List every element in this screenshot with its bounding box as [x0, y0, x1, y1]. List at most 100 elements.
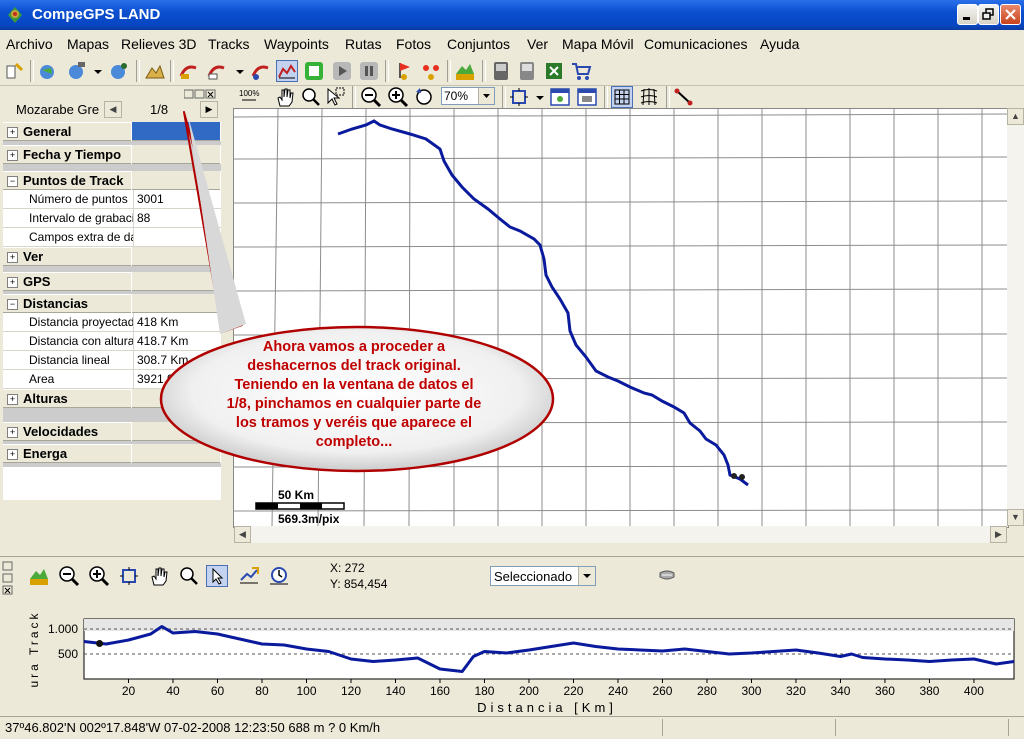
x-tick-label: 60	[211, 684, 225, 698]
profile-edit-icon[interactable]	[238, 565, 260, 587]
minimize-button[interactable]	[957, 4, 978, 25]
y-tick-label: 500	[58, 647, 78, 661]
track-edit-icon[interactable]	[250, 60, 272, 82]
gps-send-icon[interactable]	[516, 60, 538, 82]
menu-bar: Archivo Mapas Relieves 3D Tracks Waypoin…	[0, 31, 1024, 57]
section-puntos-track[interactable]: − Puntos de Track	[3, 171, 131, 190]
play-icon[interactable]	[331, 60, 353, 82]
map-horizontal-scrollbar[interactable]: ◀ ▶	[234, 526, 1007, 543]
gps-receive-icon[interactable]	[490, 60, 512, 82]
pan-hand-icon[interactable]	[148, 565, 170, 587]
section-fecha-tiempo[interactable]: + Fecha y Tiempo	[3, 145, 131, 164]
track-new-icon[interactable]	[206, 60, 228, 82]
utm-grid-icon[interactable]	[638, 86, 660, 108]
section-ver[interactable]: + Ver	[3, 247, 131, 266]
menu-archivo[interactable]: Archivo	[6, 36, 53, 52]
menu-relieves-3d[interactable]: Relieves 3D	[121, 36, 196, 52]
dropdown-arrow-icon[interactable]	[534, 86, 546, 108]
grid-icon	[614, 89, 630, 105]
menu-ver[interactable]: Ver	[527, 36, 548, 52]
expand-icon: +	[7, 252, 18, 263]
shopping-cart-icon[interactable]	[570, 60, 592, 82]
dropdown-arrow-icon[interactable]	[234, 60, 246, 82]
satellite-map-icon[interactable]	[66, 60, 88, 82]
profile-cursor-marker	[96, 640, 104, 647]
waypoint-icon[interactable]	[392, 60, 414, 82]
menu-mapa-movil[interactable]: Mapa Móvil	[562, 36, 634, 52]
zoom-cursor-icon[interactable]	[178, 565, 200, 587]
x-tick-label: 340	[830, 684, 850, 698]
new-project-icon[interactable]	[4, 60, 26, 82]
expand-icon: +	[7, 427, 18, 438]
measure-tool-icon[interactable]	[673, 86, 695, 108]
time-axis-icon[interactable]	[268, 565, 290, 587]
zoom-out-icon[interactable]	[360, 86, 382, 108]
section-gps[interactable]: + GPS	[3, 272, 131, 291]
section-distancias[interactable]: − Distancias	[3, 294, 131, 313]
menu-rutas[interactable]: Rutas	[345, 36, 382, 52]
scroll-down-button[interactable]: ▼	[1007, 509, 1024, 526]
relief-3d-icon[interactable]	[144, 60, 166, 82]
menu-waypoints[interactable]: Waypoints	[264, 36, 329, 52]
profile-mode-select[interactable]: Seleccionado	[490, 566, 596, 586]
menu-ayuda[interactable]: Ayuda	[760, 36, 799, 52]
map-layers-icon[interactable]	[108, 60, 130, 82]
title-bar: CompeGPS LAND	[0, 0, 1024, 30]
scroll-right-button[interactable]: ▶	[990, 526, 1007, 543]
toolbar-separator	[482, 60, 486, 82]
select-arrow-icon[interactable]	[324, 86, 346, 108]
dropdown-arrow-icon[interactable]	[92, 60, 104, 82]
menu-comunicaciones[interactable]: Comunicaciones	[644, 36, 748, 52]
elevation-profile-chart[interactable]: 500 1.000 20 40 60 80 100 120 140 160 180 200 220 240…	[0, 591, 1024, 717]
section-general[interactable]: + General	[3, 122, 131, 141]
zoom-out-icon[interactable]	[58, 565, 80, 587]
prev-track-button[interactable]: ◀	[104, 101, 122, 118]
relief-download-icon[interactable]	[454, 60, 476, 82]
overview-window-icon[interactable]	[576, 86, 598, 108]
record-icon[interactable]	[303, 60, 325, 82]
status-bar: 37º46.802'N 002º17.848'W 07-02-2008 12:2…	[0, 716, 1024, 739]
section-energa[interactable]: + Energa	[3, 444, 131, 463]
section-velocidades[interactable]: + Velocidades	[3, 422, 131, 441]
select-arrow-icon	[212, 567, 224, 585]
close-button[interactable]	[1000, 4, 1021, 25]
scroll-up-button[interactable]: ▲	[1007, 108, 1024, 125]
profile-3d-icon[interactable]	[28, 565, 50, 587]
status-position-text: 37º46.802'N 002º17.848'W 07-02-2008 12:2…	[5, 720, 381, 735]
x-tick-label: 220	[563, 684, 583, 698]
pause-icon[interactable]	[358, 60, 380, 82]
open-map-icon[interactable]	[37, 60, 59, 82]
zoom-refresh-icon[interactable]	[414, 86, 436, 108]
map-window-icon[interactable]	[549, 86, 571, 108]
grid-toggle-button[interactable]	[611, 86, 633, 108]
settings-link-icon[interactable]	[656, 565, 678, 587]
menu-conjuntos[interactable]: Conjuntos	[447, 36, 510, 52]
fit-view-icon[interactable]	[508, 86, 530, 108]
x-axis-label: Distancia [Km]	[477, 700, 617, 715]
menu-fotos[interactable]: Fotos	[396, 36, 431, 52]
menu-tracks[interactable]: Tracks	[208, 36, 249, 52]
zoom-cursor-icon[interactable]	[300, 86, 322, 108]
profile-select-button[interactable]	[206, 565, 228, 587]
zoom-select[interactable]: 70%	[441, 87, 495, 105]
zoom-100-icon[interactable]: 100%	[238, 86, 260, 108]
fit-view-icon[interactable]	[118, 565, 140, 587]
panel-window-controls[interactable]	[183, 87, 218, 99]
restore-button[interactable]	[978, 4, 999, 25]
section-alturas[interactable]: + Alturas	[3, 389, 131, 408]
zoom-dropdown-button[interactable]	[478, 88, 494, 104]
excel-export-icon[interactable]	[543, 60, 565, 82]
track-profile-button[interactable]	[276, 60, 298, 82]
waypoints-icon[interactable]	[420, 60, 442, 82]
map-resolution: 569.3m/pix	[278, 512, 340, 526]
zoom-in-icon[interactable]	[88, 565, 110, 587]
pan-hand-icon[interactable]	[274, 86, 296, 108]
scroll-left-button[interactable]: ◀	[234, 526, 251, 543]
menu-mapas[interactable]: Mapas	[67, 36, 109, 52]
zoom-in-icon[interactable]	[387, 86, 409, 108]
profile-mode-dropdown-button[interactable]	[578, 567, 595, 585]
x-tick-label: 120	[341, 684, 361, 698]
track-open-icon[interactable]	[178, 60, 200, 82]
x-tick-label: 80	[255, 684, 269, 698]
map-vertical-scrollbar[interactable]: ▲ ▼	[1007, 108, 1024, 526]
